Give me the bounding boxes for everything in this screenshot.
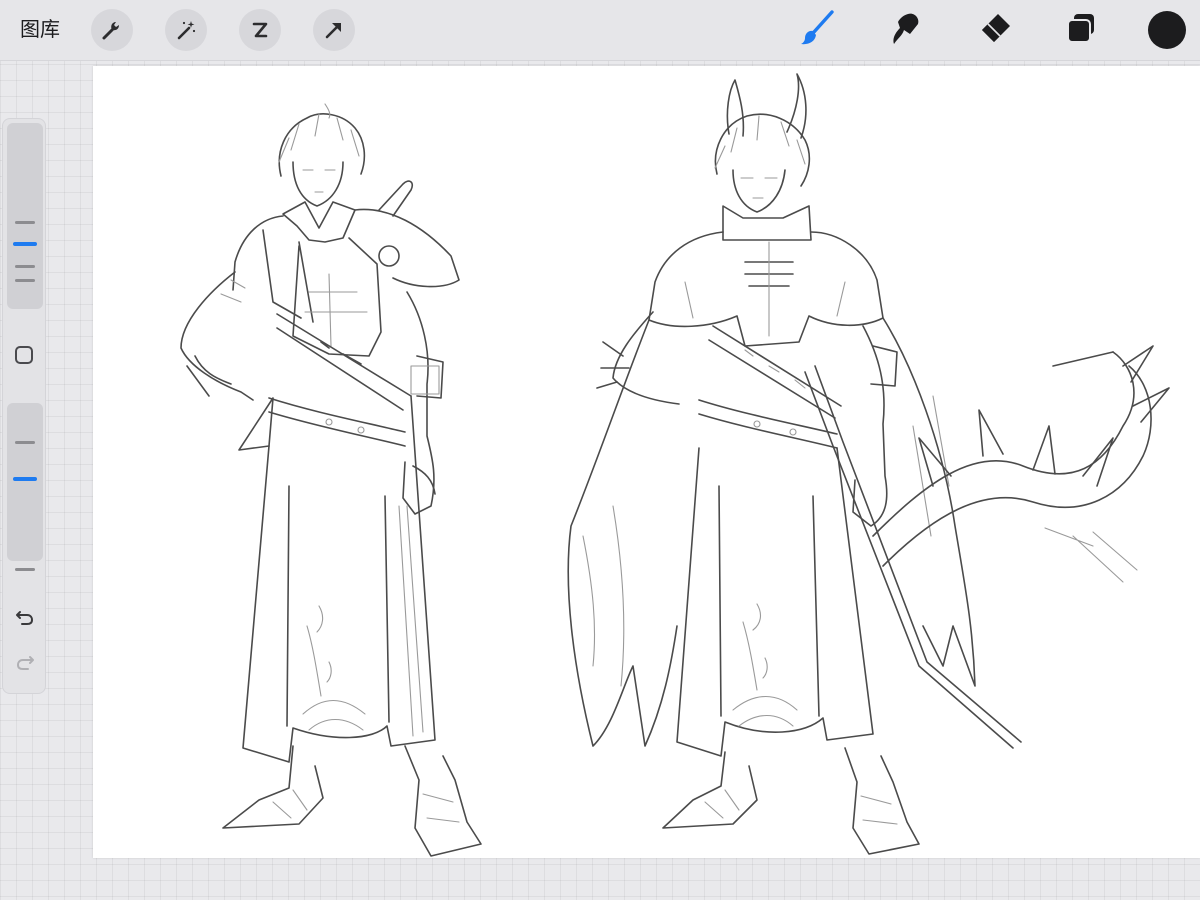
brush-size-slider[interactable] <box>7 123 43 309</box>
redo-icon <box>14 651 36 678</box>
eraser-tool-button[interactable] <box>972 8 1016 52</box>
drawing-canvas[interactable] <box>93 66 1200 858</box>
wrench-icon <box>100 18 124 42</box>
layers-button[interactable] <box>1059 8 1103 52</box>
selection-button[interactable] <box>239 9 281 51</box>
right-character-sketch <box>567 73 1170 855</box>
color-picker-button[interactable] <box>1148 11 1186 49</box>
smudge-tool-button[interactable] <box>884 8 928 52</box>
left-character-sketch <box>180 103 482 857</box>
left-sidebar <box>2 118 46 694</box>
opacity-slider[interactable] <box>7 403 43 561</box>
gallery-button[interactable]: 图库 <box>20 16 60 44</box>
actions-wrench-button[interactable] <box>91 9 133 51</box>
undo-button[interactable] <box>11 605 39 633</box>
slider-tick <box>15 568 35 571</box>
slider-tick <box>15 221 35 224</box>
eraser-icon <box>974 8 1014 53</box>
adjustments-button[interactable] <box>165 9 207 51</box>
layers-icon <box>1061 8 1101 53</box>
top-toolbar: 图库 <box>0 0 1200 61</box>
selection-icon <box>248 18 272 42</box>
opacity-thumb[interactable] <box>13 477 37 481</box>
square-modify-icon[interactable] <box>15 346 33 364</box>
slider-tick <box>15 279 35 282</box>
brush-icon <box>798 8 838 53</box>
magic-wand-icon <box>174 18 198 42</box>
transform-button[interactable] <box>313 9 355 51</box>
transform-arrow-icon <box>322 18 346 42</box>
undo-icon <box>14 606 36 633</box>
redo-button[interactable] <box>11 650 39 678</box>
slider-tick <box>15 441 35 444</box>
slider-tick <box>15 265 35 268</box>
brush-tool-button[interactable] <box>796 8 840 52</box>
brush-size-thumb[interactable] <box>13 242 37 246</box>
smudge-icon <box>886 8 926 53</box>
character-sketch-artwork <box>180 73 1170 857</box>
